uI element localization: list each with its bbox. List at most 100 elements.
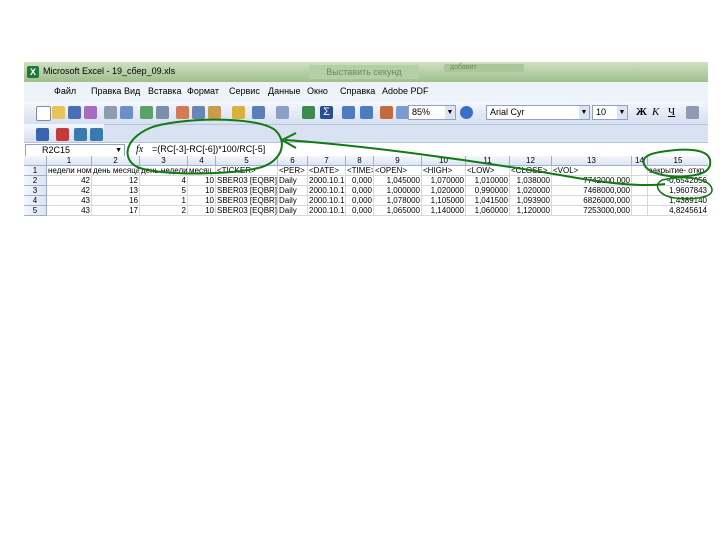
table-cell[interactable]: 7253000,000 — [552, 206, 632, 216]
table-cell[interactable]: <PER> — [278, 166, 308, 176]
menu-adobe-pdf[interactable]: Adobe PDF — [382, 86, 429, 96]
save-icon[interactable] — [68, 106, 81, 119]
table-cell[interactable]: день недели — [140, 166, 188, 176]
table-cell[interactable]: SBER03 [EQBR] — [216, 196, 278, 206]
table-cell[interactable]: 1,010000 — [466, 176, 510, 186]
column-header[interactable]: 9 — [374, 156, 422, 166]
table-cell[interactable]: 42 — [47, 176, 92, 186]
table-cell[interactable]: 0,000 — [346, 176, 374, 186]
new-icon[interactable] — [36, 106, 51, 121]
table-cell[interactable]: 10 — [188, 186, 216, 196]
column-header[interactable]: 1 — [47, 156, 92, 166]
help-icon[interactable] — [460, 106, 473, 119]
table-cell[interactable]: 13 — [92, 186, 140, 196]
table-cell[interactable]: <TIME> — [346, 166, 374, 176]
table-cell[interactable]: <DATE> — [308, 166, 346, 176]
pdf-settings-icon[interactable] — [90, 128, 103, 141]
table-cell[interactable]: 1,041500 — [466, 196, 510, 206]
column-header[interactable]: 12 — [510, 156, 552, 166]
table-cell[interactable]: SBER03 [EQBR] — [216, 176, 278, 186]
menu-window[interactable]: Окно — [307, 86, 328, 96]
table-cell[interactable]: 4,8245614 — [648, 206, 708, 216]
table-cell[interactable]: 1,060000 — [466, 206, 510, 216]
table-cell[interactable]: <OPEN> — [374, 166, 422, 176]
table-cell[interactable]: 0,000 — [346, 186, 374, 196]
column-header[interactable]: 8 — [346, 156, 374, 166]
menu-data[interactable]: Данные — [268, 86, 301, 96]
table-cell[interactable]: Daily — [278, 196, 308, 206]
column-header[interactable]: 7 — [308, 156, 346, 166]
column-header[interactable]: 11 — [466, 156, 510, 166]
table-cell[interactable]: месяц — [188, 166, 216, 176]
table-cell[interactable]: <VOL> — [552, 166, 632, 176]
copy-icon[interactable] — [192, 106, 205, 119]
column-header[interactable]: 4 — [188, 156, 216, 166]
row-header[interactable]: 1 — [24, 166, 47, 176]
table-cell[interactable]: 42 — [47, 186, 92, 196]
row-header[interactable]: 4 — [24, 196, 47, 206]
preview-icon[interactable] — [120, 106, 133, 119]
zoom-select[interactable]: 85% ▼ — [408, 105, 456, 120]
table-cell[interactable]: 0,000 — [346, 196, 374, 206]
table-cell[interactable]: 16 — [92, 196, 140, 206]
font-size-select[interactable]: 10 ▼ — [592, 105, 628, 120]
table-cell[interactable]: 1,078000 — [374, 196, 422, 206]
table-cell[interactable]: 5 — [140, 186, 188, 196]
menu-view[interactable]: Вид — [124, 86, 140, 96]
column-header[interactable]: 14 — [632, 156, 648, 166]
table-cell[interactable]: Daily — [278, 176, 308, 186]
table-cell[interactable] — [632, 176, 648, 186]
table-cell[interactable]: 1,038000 — [510, 176, 552, 186]
table-cell[interactable]: 2 — [140, 206, 188, 216]
column-header[interactable]: 5 — [216, 156, 278, 166]
table-cell[interactable]: закрытие- откр — [648, 166, 708, 176]
table-cell[interactable]: 10 — [188, 206, 216, 216]
table-cell[interactable]: 7468000,000 — [552, 186, 632, 196]
row-header[interactable]: 3 — [24, 186, 47, 196]
table-cell[interactable]: SBER03 [EQBR] — [216, 186, 278, 196]
table-cell[interactable]: SBER03 [EQBR] — [216, 206, 278, 216]
sort-desc-icon[interactable] — [360, 106, 373, 119]
table-cell[interactable]: 1,070000 — [422, 176, 466, 186]
pdf-convert-icon[interactable] — [36, 128, 49, 141]
table-cell[interactable]: 10 — [188, 196, 216, 206]
formula-input[interactable]: =(RC[-3]-RC[-6])*100/RC[-5] — [152, 144, 265, 154]
table-cell[interactable]: 1,4389140 — [648, 196, 708, 206]
menu-help[interactable]: Справка — [340, 86, 375, 96]
table-cell[interactable]: 1,093900 — [510, 196, 552, 206]
hyperlink-icon[interactable] — [302, 106, 315, 119]
table-cell[interactable]: 10 — [188, 176, 216, 186]
table-cell[interactable]: 1,065000 — [374, 206, 422, 216]
pdf-review-icon[interactable] — [74, 128, 87, 141]
table-cell[interactable]: 1,045000 — [374, 176, 422, 186]
table-cell[interactable]: 0,000 — [346, 206, 374, 216]
menu-format[interactable]: Формат — [187, 86, 219, 96]
open-icon[interactable] — [52, 106, 65, 119]
table-cell[interactable]: недели номер — [47, 166, 92, 176]
column-header[interactable]: 13 — [552, 156, 632, 166]
table-cell[interactable]: 6826000,000 — [552, 196, 632, 206]
bold-button[interactable]: Ж — [636, 106, 647, 118]
column-header[interactable]: 15 — [648, 156, 708, 166]
italic-button[interactable]: К — [652, 106, 659, 118]
table-cell[interactable]: 12 — [92, 176, 140, 186]
function-icon[interactable]: fx — [136, 144, 143, 155]
table-cell[interactable]: 43 — [47, 206, 92, 216]
table-cell[interactable]: 1 — [140, 196, 188, 206]
chart-wizard-icon[interactable] — [380, 106, 393, 119]
table-cell[interactable]: 2000.10.17 — [308, 206, 346, 216]
blurred-tab[interactable]: добавит — [444, 64, 524, 72]
table-cell[interactable]: 1,020000 — [422, 186, 466, 196]
row-header[interactable]: 5 — [24, 206, 47, 216]
redo-icon[interactable] — [276, 106, 289, 119]
table-cell[interactable]: 0,990000 — [466, 186, 510, 196]
cut-icon[interactable] — [176, 106, 189, 119]
menu-file[interactable]: Файл — [54, 86, 76, 96]
table-cell[interactable] — [632, 166, 648, 176]
spelling-icon[interactable] — [140, 106, 153, 119]
table-cell[interactable]: 1,120000 — [510, 206, 552, 216]
table-cell[interactable]: <HIGH> — [422, 166, 466, 176]
select-all-corner[interactable] — [24, 156, 47, 166]
table-cell[interactable] — [632, 196, 648, 206]
menu-insert[interactable]: Вставка — [148, 86, 181, 96]
